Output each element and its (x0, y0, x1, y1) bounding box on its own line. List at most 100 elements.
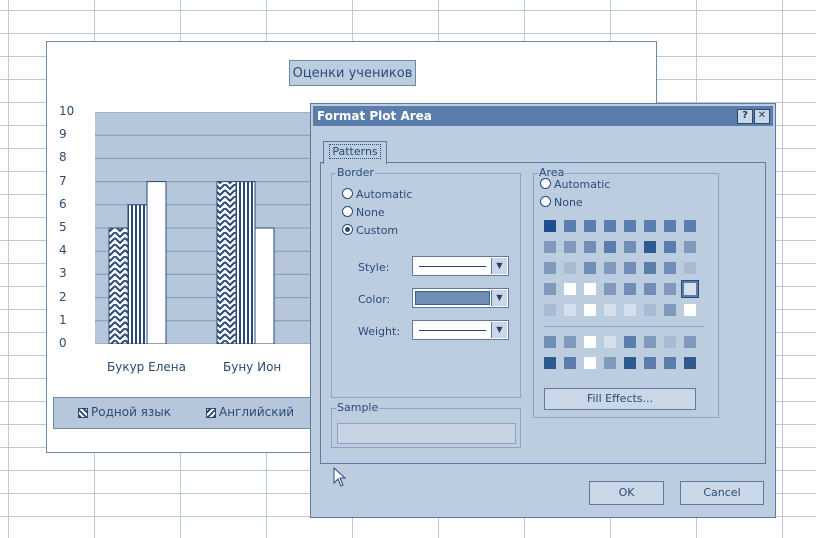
palette-swatch[interactable] (644, 241, 656, 253)
area-none-radio[interactable]: None (540, 196, 583, 209)
palette-swatch[interactable] (624, 262, 636, 274)
palette-swatch[interactable] (604, 220, 616, 232)
tab-patterns[interactable]: Patterns (323, 141, 387, 164)
bar-1-1[interactable] (235, 181, 256, 345)
legend-swatch-english (206, 407, 216, 418)
palette-swatch[interactable] (564, 357, 576, 369)
palette-swatch[interactable] (544, 336, 556, 348)
ok-button[interactable]: OK (589, 481, 664, 505)
palette-swatch[interactable] (644, 262, 656, 274)
bar-0-0[interactable] (108, 227, 129, 345)
palette-swatch[interactable] (684, 304, 696, 316)
weight-label: Weight: (358, 325, 401, 338)
palette-swatch[interactable] (604, 241, 616, 253)
area-none-label: None (554, 196, 583, 209)
palette-swatch[interactable] (604, 336, 616, 348)
palette-swatch[interactable] (604, 357, 616, 369)
palette-swatch[interactable] (664, 357, 676, 369)
dialog-titlebar[interactable]: Format Plot Area ? ✕ (313, 106, 773, 126)
palette-swatch[interactable] (604, 262, 616, 274)
chevron-down-icon[interactable]: ▼ (491, 258, 507, 274)
palette-swatch[interactable] (544, 304, 556, 316)
border-custom-radio[interactable]: Custom (342, 224, 398, 237)
palette-swatch[interactable] (564, 304, 576, 316)
y-tick-label: 9 (59, 127, 67, 142)
area-automatic-label: Automatic (554, 178, 611, 191)
weight-select[interactable]: ▼ (412, 320, 509, 340)
bar-1-2[interactable] (254, 227, 275, 345)
border-automatic-label: Automatic (356, 188, 413, 201)
palette-swatch[interactable] (584, 336, 596, 348)
bar-1-0[interactable] (216, 181, 237, 345)
palette-swatch[interactable] (584, 283, 596, 295)
palette-swatch[interactable] (564, 241, 576, 253)
palette-swatch[interactable] (681, 280, 699, 298)
palette-swatch[interactable] (584, 241, 596, 253)
style-preview (419, 266, 486, 267)
style-select[interactable]: ▼ (412, 256, 509, 276)
close-button[interactable]: ✕ (754, 109, 770, 124)
palette-swatch[interactable] (584, 357, 596, 369)
palette-swatch[interactable] (644, 304, 656, 316)
sample-group: Sample (331, 401, 521, 448)
palette-swatch[interactable] (664, 304, 676, 316)
palette-swatch[interactable] (664, 262, 676, 274)
palette-swatch[interactable] (684, 336, 696, 348)
legend-label-english: Английский (219, 405, 295, 419)
grid-line (8, 0, 9, 538)
palette-swatch[interactable] (544, 357, 556, 369)
bar-0-1[interactable] (127, 204, 148, 345)
palette-swatch[interactable] (684, 241, 696, 253)
x-label-bukur: Букур Елена (107, 360, 186, 374)
palette-swatch[interactable] (644, 220, 656, 232)
palette-swatch[interactable] (564, 262, 576, 274)
border-none-radio[interactable]: None (342, 206, 385, 219)
palette-swatch[interactable] (624, 304, 636, 316)
palette-swatch[interactable] (544, 220, 556, 232)
dialog-title: Format Plot Area (317, 109, 432, 123)
palette-swatch[interactable] (664, 283, 676, 295)
chart-title[interactable]: Оценки учеников (289, 60, 416, 86)
palette-swatch[interactable] (544, 241, 556, 253)
tab-patterns-label: Patterns (329, 144, 381, 159)
palette-swatch[interactable] (664, 220, 676, 232)
chevron-down-icon[interactable]: ▼ (491, 290, 507, 306)
palette-swatch[interactable] (604, 304, 616, 316)
radio-icon (342, 206, 353, 217)
legend-item-native: Родной язык (78, 405, 171, 419)
palette-swatch[interactable] (584, 220, 596, 232)
palette-swatch[interactable] (624, 283, 636, 295)
grid-line (782, 0, 783, 538)
palette-swatch[interactable] (684, 262, 696, 274)
area-automatic-radio[interactable]: Automatic (540, 178, 610, 191)
palette-swatch[interactable] (664, 336, 676, 348)
y-tick-label: 7 (59, 173, 67, 188)
palette-swatch[interactable] (564, 336, 576, 348)
chevron-down-icon[interactable]: ▼ (491, 322, 507, 338)
palette-swatch[interactable] (584, 262, 596, 274)
y-tick-label: 0 (59, 336, 67, 350)
palette-swatch[interactable] (684, 357, 696, 369)
palette-swatch[interactable] (544, 262, 556, 274)
palette-swatch[interactable] (624, 336, 636, 348)
palette-swatch[interactable] (664, 241, 676, 253)
radio-icon (540, 178, 551, 189)
palette-swatch[interactable] (564, 220, 576, 232)
bar-0-2[interactable] (146, 181, 167, 345)
palette-swatch[interactable] (624, 220, 636, 232)
palette-swatch[interactable] (544, 283, 556, 295)
palette-swatch[interactable] (604, 283, 616, 295)
palette-swatch[interactable] (624, 357, 636, 369)
help-button[interactable]: ? (737, 109, 753, 124)
palette-swatch[interactable] (624, 241, 636, 253)
palette-swatch[interactable] (584, 304, 596, 316)
color-select[interactable]: ▼ (412, 288, 509, 308)
palette-swatch[interactable] (644, 336, 656, 348)
palette-swatch[interactable] (564, 283, 576, 295)
palette-swatch[interactable] (684, 220, 696, 232)
palette-swatch[interactable] (644, 357, 656, 369)
fill-effects-button[interactable]: Fill Effects... (544, 388, 696, 410)
palette-swatch[interactable] (644, 283, 656, 295)
border-automatic-radio[interactable]: Automatic (342, 188, 412, 201)
cancel-button[interactable]: Cancel (680, 481, 764, 505)
